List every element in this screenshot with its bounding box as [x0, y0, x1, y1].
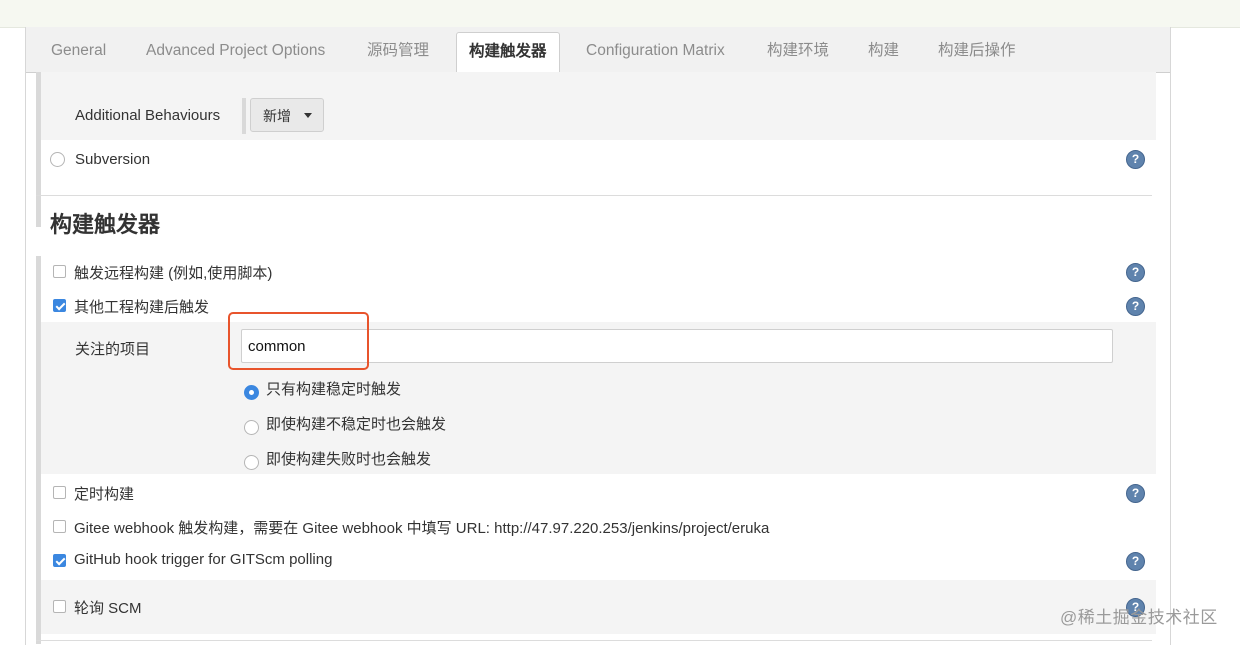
- config-panel: General Advanced Project Options 源码管理 构建…: [25, 27, 1171, 645]
- add-behaviour-dropdown[interactable]: 新增: [250, 98, 324, 132]
- gitee-webhook-checkbox[interactable]: [53, 520, 66, 533]
- caret-down-icon: [304, 113, 312, 118]
- tab-configuration-matrix[interactable]: Configuration Matrix: [586, 27, 725, 72]
- radio-stable-only-label: 只有构建稳定时触发: [266, 381, 402, 398]
- poll-scm-checkbox[interactable]: [53, 600, 66, 613]
- build-triggers-heading: 构建触发器: [50, 212, 161, 237]
- after-other-projects-checkbox[interactable]: [53, 299, 66, 312]
- subversion-label: Subversion: [75, 151, 151, 168]
- radio-even-unstable-label: 即使构建不稳定时也会触发: [266, 416, 447, 433]
- help-icon[interactable]: ?: [1126, 263, 1145, 282]
- subversion-radio[interactable]: [50, 152, 65, 167]
- behaviours-separator: [242, 98, 246, 134]
- tab-bar: General Advanced Project Options 源码管理 构建…: [26, 27, 1170, 74]
- radio-stable-only[interactable]: [244, 385, 259, 400]
- tab-build-triggers[interactable]: 构建触发器: [456, 32, 560, 74]
- help-icon[interactable]: ?: [1126, 484, 1145, 503]
- watermark: @稀土掘金技术社区: [1060, 608, 1218, 627]
- watched-projects-input[interactable]: common: [241, 329, 1113, 363]
- tab-build-environment[interactable]: 构建环境: [767, 27, 829, 72]
- remote-build-checkbox[interactable]: [53, 265, 66, 278]
- poll-scm-label: 轮询 SCM: [74, 600, 142, 617]
- top-band: [0, 0, 1240, 28]
- tab-build[interactable]: 构建: [868, 27, 899, 72]
- help-icon[interactable]: ?: [1126, 150, 1145, 169]
- tab-general[interactable]: General: [51, 27, 106, 72]
- additional-behaviours-label: Additional Behaviours: [75, 107, 221, 124]
- after-other-projects-label: 其他工程构建后触发: [74, 299, 210, 316]
- gitee-webhook-label: Gitee webhook 触发构建，需要在 Gitee webhook 中填写…: [74, 520, 770, 537]
- tab-source-code-management[interactable]: 源码管理: [367, 27, 429, 72]
- watched-projects-label: 关注的项目: [75, 341, 151, 358]
- annotation-highlight-box: [228, 312, 369, 370]
- radio-even-failed-label: 即使构建失败时也会触发: [266, 451, 432, 468]
- section-divider: [36, 195, 1152, 196]
- github-hook-label: GitHub hook trigger for GITScm polling: [74, 551, 333, 568]
- scm-additional-behaviours-row: [36, 72, 1156, 140]
- scheduled-build-checkbox[interactable]: [53, 486, 66, 499]
- radio-even-failed[interactable]: [244, 455, 259, 470]
- section-divider-bottom: [36, 640, 1152, 641]
- tab-advanced-project-options[interactable]: Advanced Project Options: [146, 27, 325, 72]
- help-icon[interactable]: ?: [1126, 297, 1145, 316]
- poll-scm-row: [41, 580, 1156, 634]
- github-hook-checkbox[interactable]: [53, 554, 66, 567]
- add-button-label: 新增: [263, 108, 291, 124]
- section-left-bar: [36, 72, 41, 227]
- remote-build-label: 触发远程构建 (例如,使用脚本): [74, 265, 273, 282]
- radio-even-unstable[interactable]: [244, 420, 259, 435]
- scheduled-build-label: 定时构建: [74, 486, 135, 503]
- help-icon[interactable]: ?: [1126, 552, 1145, 571]
- tab-post-build-actions[interactable]: 构建后操作: [938, 27, 1016, 72]
